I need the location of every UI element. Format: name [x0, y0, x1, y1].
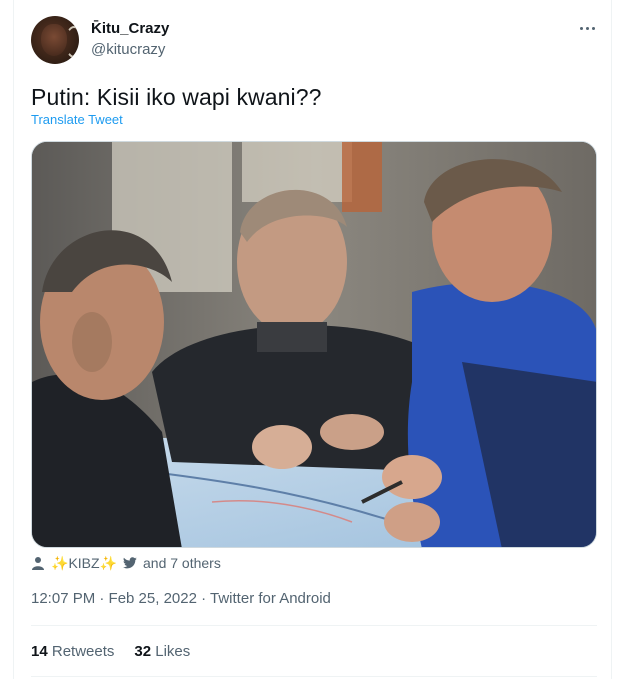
retweets-stat[interactable]: 14 Retweets	[31, 643, 114, 660]
likes-label: Likes	[155, 643, 191, 660]
photo-illustration	[32, 142, 596, 547]
more-options-icon[interactable]	[576, 20, 598, 36]
tweet-meta: 12:07 PM · Feb 25, 2022 · Twitter for An…	[31, 590, 331, 607]
user-handle[interactable]: @kitucrazy	[91, 41, 165, 58]
retweets-label: Retweets	[51, 643, 115, 660]
tweet-photo[interactable]	[31, 141, 597, 548]
avatar-headphones	[65, 26, 79, 58]
tweet-stats: 14 Retweets 32 Likes	[31, 643, 190, 660]
liker-name[interactable]: ✨KIBZ✨	[51, 555, 117, 572]
meta-separator: ·	[201, 590, 211, 607]
twitter-bird-icon	[123, 557, 137, 569]
divider	[31, 625, 597, 626]
divider	[31, 676, 597, 677]
sparkle-icon: ✨	[99, 554, 117, 571]
tweet-text: Putin: Kisii iko wapi kwani??	[31, 84, 322, 110]
tweet-source[interactable]: Twitter for Android	[210, 590, 331, 607]
liked-by-row[interactable]: ✨KIBZ✨ and 7 others	[31, 553, 221, 573]
display-name[interactable]: K̄itu_Crazy	[91, 20, 169, 37]
liker-name-text: KIBZ	[68, 554, 100, 571]
avatar-face	[41, 24, 67, 56]
tweet-timestamp[interactable]: 12:07 PM · Feb 25, 2022	[31, 590, 197, 607]
sparkle-icon: ✨	[51, 554, 69, 571]
person-icon	[31, 556, 45, 570]
likes-count: 32	[134, 643, 152, 660]
liked-by-others[interactable]: and 7 others	[143, 555, 221, 571]
retweets-count: 14	[31, 643, 48, 660]
likes-stat[interactable]: 32 Likes	[134, 643, 190, 660]
translate-tweet-link[interactable]: Translate Tweet	[31, 112, 123, 127]
avatar[interactable]	[31, 16, 79, 64]
